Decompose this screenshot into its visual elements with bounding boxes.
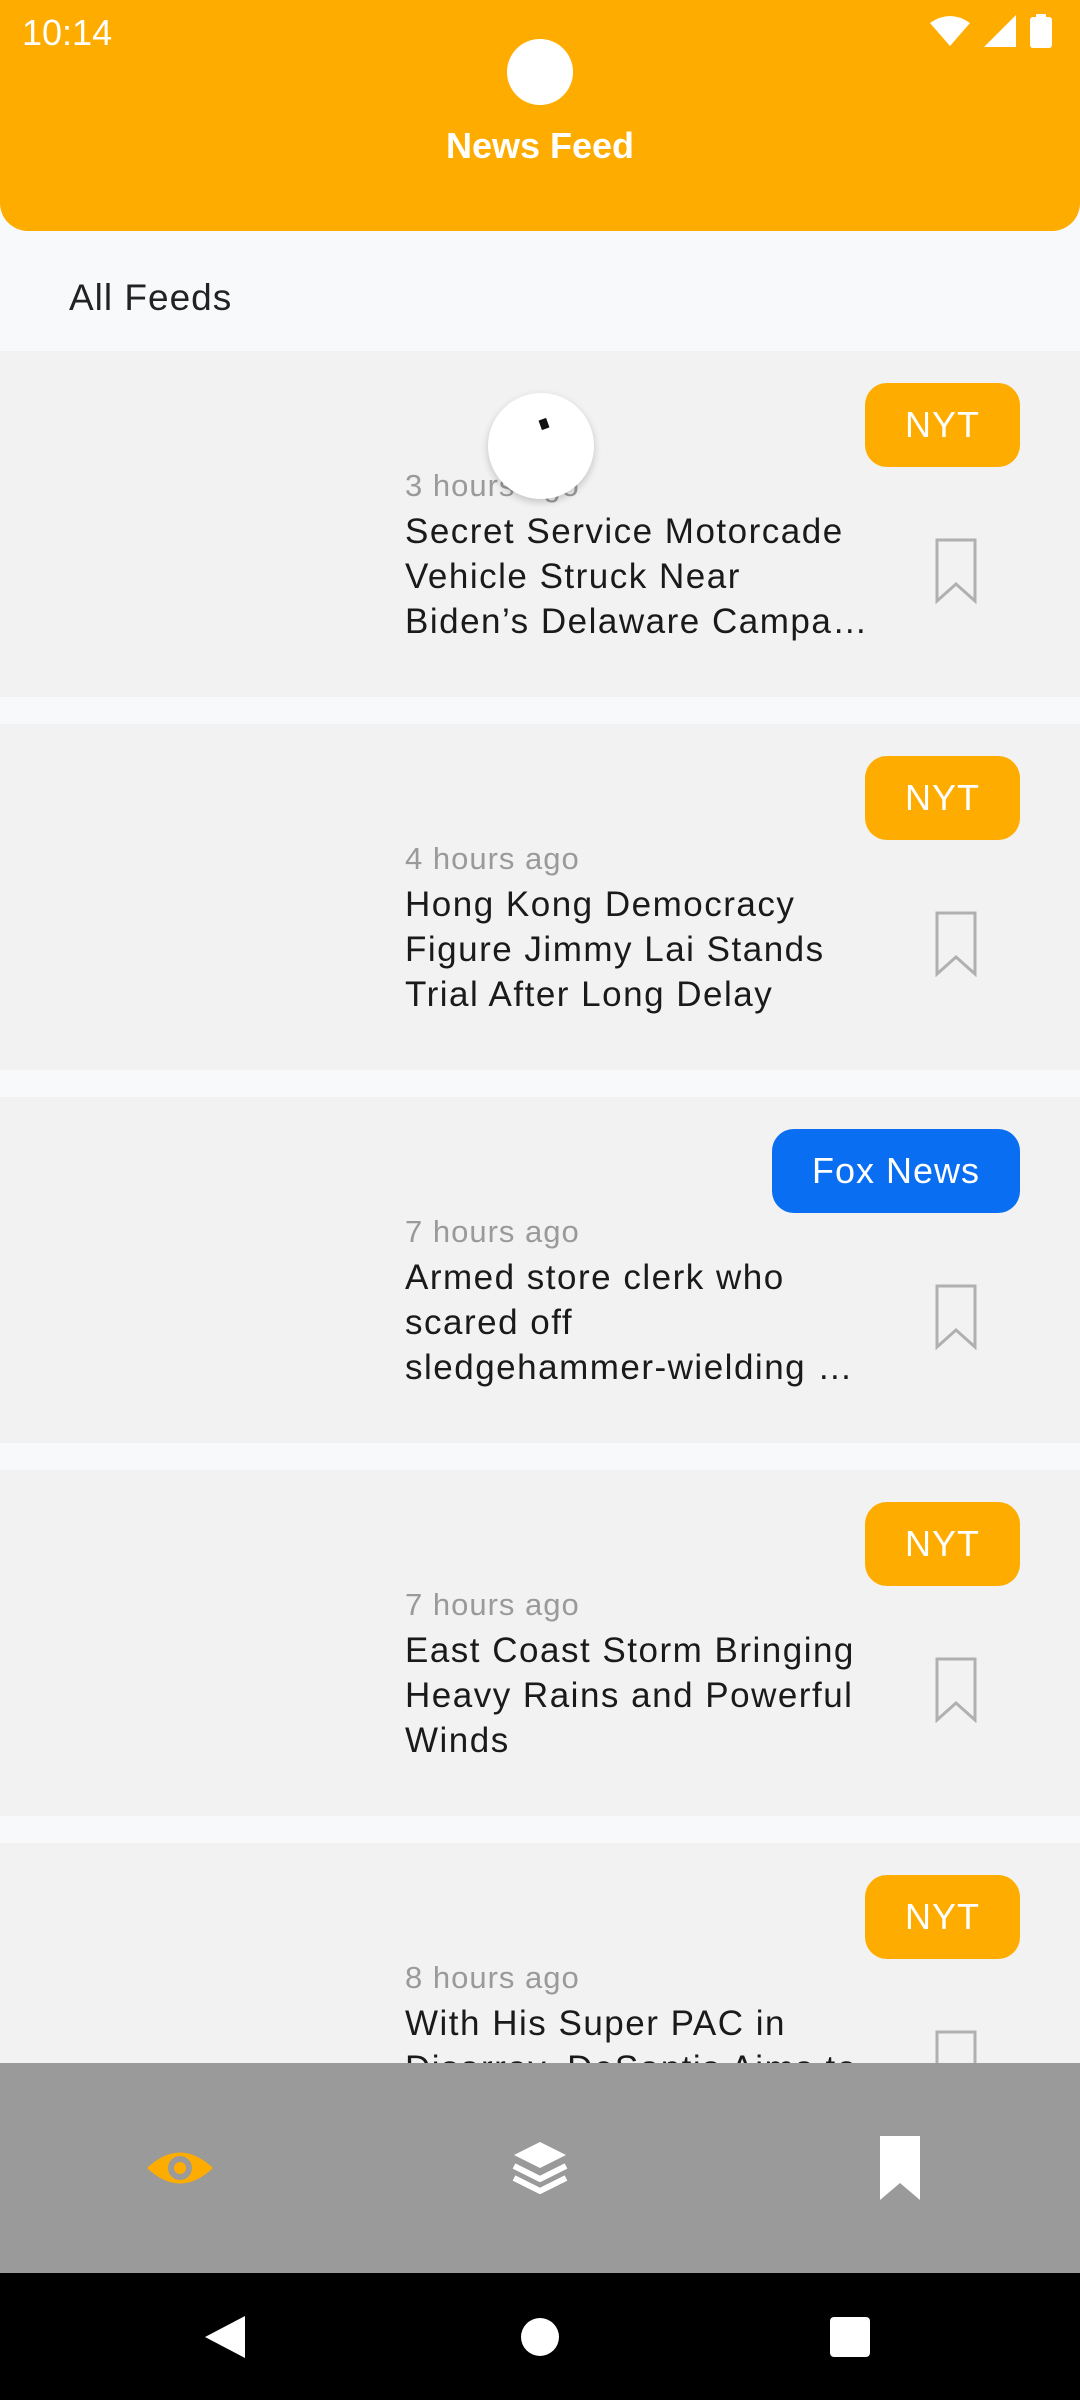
article-time: 4 hours ago [405,841,580,876]
feed-filter-bar[interactable]: All Feeds [0,231,1080,351]
title-line: Winds [405,1721,510,1760]
signal-icon [984,15,1016,47]
article-time: 8 hours ago [405,1960,580,1995]
title-line: With His Super PAC in [405,2004,786,2043]
title-line: Hong Kong Democracy [405,885,796,924]
source-badge[interactable]: NYT [865,1875,1020,1959]
system-recents-button[interactable] [750,2273,950,2400]
article-time: 7 hours ago [405,1214,580,1249]
title-line: Biden’s Delaware Campa… [405,602,869,641]
title-line: scared off [405,1303,574,1342]
source-badge[interactable]: NYT [865,1502,1020,1586]
article-title[interactable]: East Coast Storm Bringing Heavy Rains an… [405,1628,895,1763]
article-time: 7 hours ago [405,1587,580,1622]
bookmark-icon[interactable] [935,2030,977,2063]
status-icons [930,14,1052,48]
back-icon [205,2315,245,2358]
news-card[interactable]: Fox News 7 hours ago Armed store clerk w… [0,1097,1080,1443]
news-card[interactable]: NYT 4 hours ago Hong Kong Democracy Figu… [0,724,1080,1070]
app-logo [507,39,573,105]
system-home-button[interactable] [440,2273,640,2400]
loading-spinner [488,393,594,499]
bookmark-icon[interactable] [935,1657,977,1723]
home-icon [521,2317,559,2356]
source-badge[interactable]: NYT [865,756,1020,840]
title-line: Figure Jimmy Lai Stands [405,930,825,969]
article-title[interactable]: Hong Kong Democracy Figure Jimmy Lai Sta… [405,882,895,1017]
news-feed-list[interactable]: NYT 3 hours ago Secret Service Motorcade… [0,351,1080,2063]
eye-icon [147,2152,213,2184]
source-badge[interactable]: NYT [865,383,1020,467]
system-navigation-bar [0,2273,1080,2400]
layers-icon [512,2142,568,2194]
news-card[interactable]: NYT 7 hours ago East Coast Storm Bringin… [0,1470,1080,1816]
nav-item-bookmarks[interactable] [720,2063,1080,2273]
bookmark-icon[interactable] [935,538,977,604]
title-line: Vehicle Struck Near [405,557,741,596]
bookmark-icon[interactable] [935,1284,977,1350]
system-back-button[interactable] [125,2273,325,2400]
article-title[interactable]: Armed store clerk who scared off sledgeh… [405,1255,895,1390]
bottom-navigation [0,2063,1080,2273]
title-line: Secret Service Motorcade [405,512,844,551]
title-line: East Coast Storm Bringing [405,1631,855,1670]
title-line: sledgehammer-wielding … [405,1348,854,1387]
app-header: 10:14 News Feed [0,0,1080,231]
nav-item-sources[interactable] [360,2063,720,2273]
title-line: Heavy Rains and Powerful [405,1676,854,1715]
wifi-icon [930,16,970,46]
article-title[interactable]: With His Super PAC in Disarray, DeSantis… [405,2001,895,2063]
title-line: Armed store clerk who [405,1258,785,1297]
bookmark-icon[interactable] [935,911,977,977]
news-card[interactable]: NYT 8 hours ago With His Super PAC in Di… [0,1843,1080,2063]
nav-item-feed[interactable] [0,2063,360,2273]
recents-icon [830,2316,870,2357]
battery-icon [1030,14,1052,48]
title-line: Disarray, DeSantis Aims to [405,2046,895,2063]
status-time: 10:14 [22,12,113,53]
feed-filter-label[interactable]: All Feeds [69,277,232,319]
article-title[interactable]: Secret Service Motorcade Vehicle Struck … [405,509,895,644]
title-line: Trial After Long Delay [405,975,774,1014]
bookmark-icon [880,2136,920,2200]
source-badge[interactable]: Fox News [771,1129,1020,1213]
page-title: News Feed [445,125,635,166]
